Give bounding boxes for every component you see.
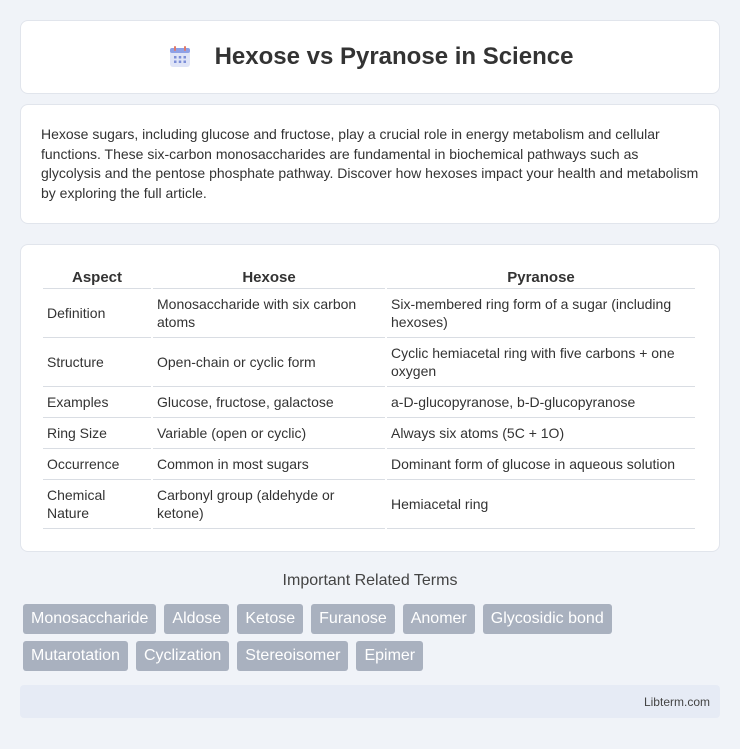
table-cell: Six-membered ring form of a sugar (inclu…: [387, 289, 695, 338]
table-row: Definition Monosaccharide with six carbo…: [43, 289, 695, 338]
comparison-table: Aspect Hexose Pyranose Definition Monosa…: [41, 267, 697, 529]
tag-cyclization[interactable]: Cyclization: [135, 641, 230, 671]
title-wrap: Hexose vs Pyranose in Science: [167, 43, 574, 71]
tag-glycosidic-bond[interactable]: Glycosidic bond: [482, 604, 612, 634]
tag-furanose[interactable]: Furanose: [311, 604, 395, 634]
header-card: Hexose vs Pyranose in Science: [20, 20, 720, 94]
table-cell: Monosaccharide with six carbon atoms: [153, 289, 385, 338]
tag-mutarotation[interactable]: Mutarotation: [23, 641, 128, 671]
table-cell: Common in most sugars: [153, 449, 385, 480]
table-cell: Glucose, fructose, galactose: [153, 387, 385, 418]
table-cell: Variable (open or cyclic): [153, 418, 385, 449]
page-title: Hexose vs Pyranose in Science: [214, 43, 574, 70]
tag-monosaccharide[interactable]: Monosaccharide: [23, 604, 157, 634]
table-cell: Chemical Nature: [43, 480, 151, 529]
tag-ketose[interactable]: Ketose: [237, 604, 304, 634]
intro-card: Hexose sugars, including glucose and fru…: [20, 104, 720, 224]
table-row: Examples Glucose, fructose, galactose a-…: [43, 387, 695, 418]
footer-link[interactable]: Libterm.com: [644, 695, 710, 709]
table-cell: Always six atoms (5C + 1O): [387, 418, 695, 449]
table-cell: Ring Size: [43, 418, 151, 449]
table-row: Structure Open-chain or cyclic form Cycl…: [43, 338, 695, 387]
tag-anomer[interactable]: Anomer: [402, 604, 475, 634]
table-row: Chemical Nature Carbonyl group (aldehyde…: [43, 480, 695, 529]
table-row: Occurrence Common in most sugars Dominan…: [43, 449, 695, 480]
related-terms-tags: Monosaccharide Aldose Ketose Furanose An…: [23, 604, 723, 671]
footer: Libterm.com: [20, 685, 720, 718]
table-cell: a-D-glucopyranose, b-D-glucopyranose: [387, 387, 695, 418]
table-cell: Examples: [43, 387, 151, 418]
tag-aldose[interactable]: Aldose: [164, 604, 230, 634]
table-cell: Cyclic hemiacetal ring with five carbons…: [387, 338, 695, 387]
tag-stereoisomer[interactable]: Stereoisomer: [237, 641, 349, 671]
tag-epimer[interactable]: Epimer: [356, 641, 424, 671]
table-cell: Definition: [43, 289, 151, 338]
table-cell: Hemiacetal ring: [387, 480, 695, 529]
related-terms-title: Important Related Terms: [282, 572, 458, 589]
table-row: Ring Size Variable (open or cyclic) Alwa…: [43, 418, 695, 449]
table-cell: Structure: [43, 338, 151, 387]
calendar-grid-icon: [167, 44, 193, 70]
table-cell: Occurrence: [43, 449, 151, 480]
header-pyranose: Pyranose: [387, 267, 695, 289]
header-aspect: Aspect: [43, 267, 151, 289]
comparison-table-card: Aspect Hexose Pyranose Definition Monosa…: [20, 244, 720, 552]
intro-text: Hexose sugars, including glucose and fru…: [41, 126, 699, 201]
table-cell: Dominant form of glucose in aqueous solu…: [387, 449, 695, 480]
table-cell: Carbonyl group (aldehyde or ketone): [153, 480, 385, 529]
header-hexose: Hexose: [153, 267, 385, 289]
table-cell: Open-chain or cyclic form: [153, 338, 385, 387]
table-header-row: Aspect Hexose Pyranose: [43, 267, 695, 289]
